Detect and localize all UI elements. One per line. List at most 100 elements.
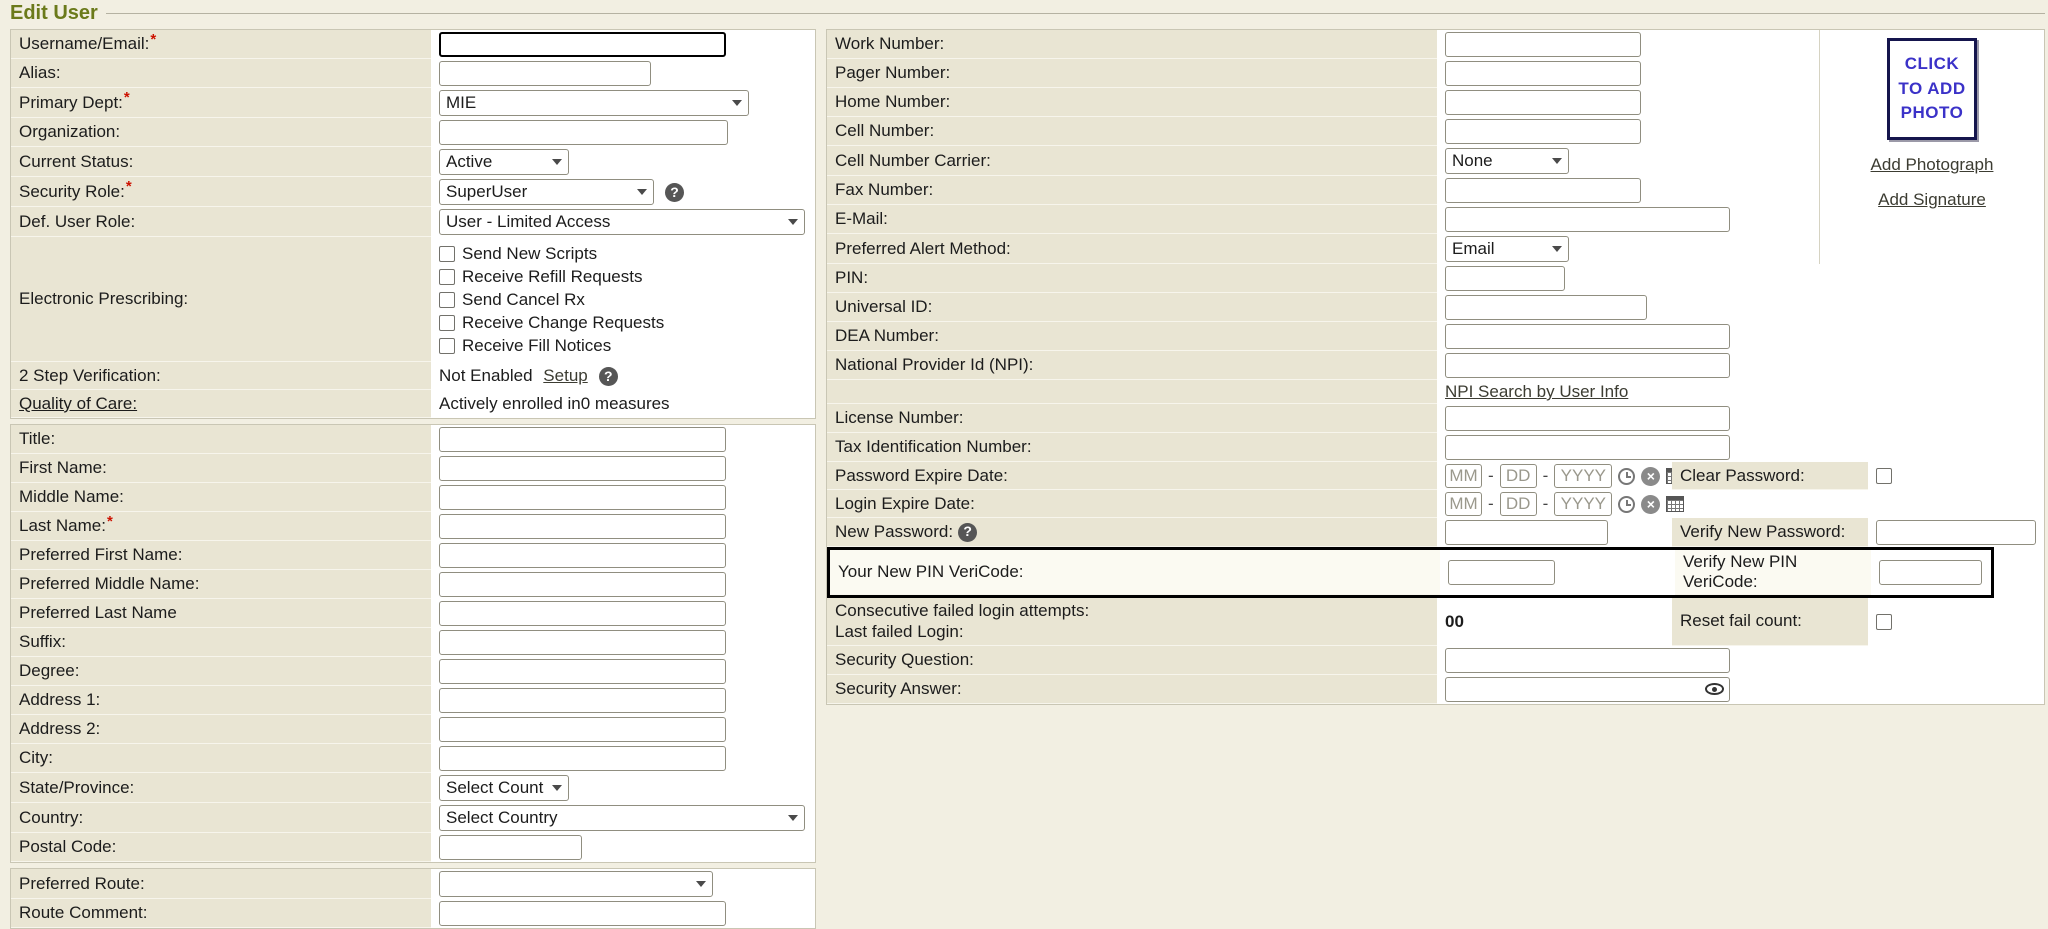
field-label: Preferred First Name: [11, 541, 431, 570]
photo-box-text: PHOTO [1901, 101, 1964, 126]
route-comment-input[interactable] [439, 901, 726, 926]
middle-name-input[interactable] [439, 485, 726, 510]
current-status-select[interactable]: Active [439, 149, 569, 175]
label-text: Pager Number: [835, 62, 1429, 83]
field-cell [431, 570, 815, 599]
postal-code-input[interactable] [439, 835, 582, 860]
eye-icon[interactable] [1705, 683, 1724, 695]
label-text: Tax Identification Number: [835, 436, 1429, 457]
receive-fill-notices-checkbox[interactable] [439, 338, 455, 354]
organization-input[interactable] [439, 120, 728, 145]
login-expire-date-dd-input[interactable] [1500, 492, 1537, 516]
clock-icon[interactable] [1618, 468, 1635, 485]
new-password-input[interactable] [1445, 520, 1608, 545]
password-expire-date-yyyy-input[interactable] [1554, 464, 1612, 488]
receive-change-requests-checkbox[interactable] [439, 315, 455, 331]
tax-identification-number-input[interactable] [1445, 435, 1730, 460]
receive-fill-notices-option: Receive Fill Notices [439, 334, 664, 357]
last-name-input[interactable] [439, 514, 726, 539]
security-answer-input[interactable] [1445, 677, 1730, 702]
def-user-role-row: Def. User Role:User - Limited Access [11, 207, 815, 237]
label-caption: Country: [19, 807, 83, 828]
cell-number-input[interactable] [1445, 119, 1641, 144]
field-cell [431, 744, 815, 773]
username-email-input[interactable] [439, 32, 726, 57]
field-label: First Name: [11, 454, 431, 483]
label-caption: Route Comment: [19, 902, 148, 923]
clock-icon[interactable] [1618, 496, 1635, 513]
your-new-pin-vericode-input[interactable] [1448, 560, 1555, 585]
clear-date-icon[interactable]: × [1641, 495, 1660, 514]
field-cell [1437, 293, 2044, 322]
state-province-select[interactable]: Select Country [439, 775, 569, 801]
pin-input[interactable] [1445, 266, 1565, 291]
photo-box-text: TO ADD [1898, 77, 1965, 102]
label-caption: Cell Number Carrier: [835, 150, 991, 171]
preferred-last-name-input[interactable] [439, 601, 726, 626]
field-cell [1868, 462, 2044, 490]
degree-input[interactable] [439, 659, 726, 684]
address-2-input[interactable] [439, 717, 726, 742]
help-icon[interactable]: ? [665, 183, 684, 202]
send-cancel-rx-checkbox[interactable] [439, 292, 455, 308]
help-icon[interactable]: ? [958, 523, 977, 542]
input-wrap [439, 572, 726, 597]
security-question-input[interactable] [1445, 648, 1730, 673]
label-text: Security Answer: [835, 678, 1429, 699]
cell-number-carrier-select[interactable]: None [1445, 148, 1569, 174]
last-name-row: Last Name:* [11, 512, 815, 541]
license-number-input[interactable] [1445, 406, 1730, 431]
fax-number-input[interactable] [1445, 178, 1641, 203]
work-number-input[interactable] [1445, 32, 1641, 57]
add-signature-link[interactable]: Add Signature [1878, 190, 1986, 210]
first-name-input[interactable] [439, 456, 726, 481]
add-photo-box[interactable]: CLICK TO ADD PHOTO [1887, 38, 1977, 140]
send-new-scripts-checkbox[interactable] [439, 246, 455, 262]
verify-new-password-input[interactable] [1876, 520, 2036, 545]
login-expire-date-mm-input[interactable] [1445, 492, 1482, 516]
e-mail-row: E-Mail: [827, 205, 1819, 234]
login-expire-date-yyyy-input[interactable] [1554, 492, 1612, 516]
setup-link[interactable]: Setup [543, 366, 587, 386]
calendar-icon[interactable] [1666, 496, 1684, 512]
preferred-first-name-input[interactable] [439, 543, 726, 568]
field-cell [1437, 176, 1819, 205]
add-photograph-link[interactable]: Add Photograph [1871, 155, 1994, 175]
field-cell [1437, 59, 1819, 88]
verify-new-pin-vericode-input[interactable] [1879, 560, 1982, 585]
input-wrap [1445, 324, 1730, 349]
field-label: Middle Name: [11, 483, 431, 512]
preferred-route-select[interactable] [439, 871, 713, 897]
universal-id-input[interactable] [1445, 295, 1647, 320]
city-input[interactable] [439, 746, 726, 771]
dea-number-input[interactable] [1445, 324, 1730, 349]
national-provider-id-npi-input[interactable] [1445, 353, 1730, 378]
clear-date-icon[interactable]: × [1641, 467, 1660, 486]
suffix-input[interactable] [439, 630, 726, 655]
username-email-row: Username/Email:* [11, 30, 815, 59]
field-label: Fax Number: [827, 176, 1437, 205]
country-select[interactable]: Select Country [439, 805, 805, 831]
clear-password-checkbox[interactable] [1876, 468, 1892, 484]
preferred-middle-name-input[interactable] [439, 572, 726, 597]
label-caption: Pager Number: [835, 62, 950, 83]
primary-dept-select[interactable]: MIE [439, 90, 749, 116]
label-caption[interactable]: Quality of Care: [19, 393, 137, 414]
reset-fail-count-checkbox[interactable] [1876, 614, 1892, 630]
security-role-select[interactable]: SuperUser [439, 179, 654, 205]
help-icon[interactable]: ? [599, 367, 618, 386]
def-user-role-select[interactable]: User - Limited Access [439, 209, 805, 235]
npi-search-by-user-info-link[interactable]: NPI Search by User Info [1445, 382, 1628, 402]
alias-input[interactable] [439, 61, 651, 86]
title-input[interactable] [439, 427, 726, 452]
preferred-alert-method-row: Preferred Alert Method:Email [827, 234, 1819, 264]
address-1-input[interactable] [439, 688, 726, 713]
home-number-input[interactable] [1445, 90, 1641, 115]
preferred-alert-method-select[interactable]: Email [1445, 236, 1569, 262]
password-expire-date-mm-input[interactable] [1445, 464, 1482, 488]
password-expire-date-dd-input[interactable] [1500, 464, 1537, 488]
receive-refill-requests-checkbox[interactable] [439, 269, 455, 285]
pager-number-input[interactable] [1445, 61, 1641, 86]
e-mail-input[interactable] [1445, 207, 1730, 232]
country-row: Country: Select Country [11, 803, 815, 833]
